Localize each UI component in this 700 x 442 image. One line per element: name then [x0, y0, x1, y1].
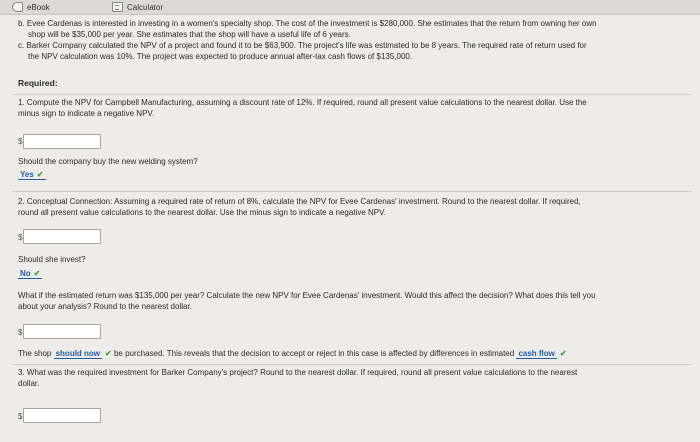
calculator-link[interactable]: Calculator [112, 2, 163, 12]
q2-what-line2: about your analysis? Round to the neares… [18, 302, 192, 311]
q2-answer-dropdown[interactable]: No ✔ [18, 269, 43, 279]
intro-c-line1: c. Barker Company calculated the NPV of … [18, 41, 587, 50]
problem-content: b. Evee Cardenas is interested in invest… [0, 15, 700, 442]
intro-b-line1: b. Evee Cardenas is interested in invest… [18, 19, 597, 28]
divider [12, 191, 692, 192]
q2-conclusion-sentence: The shop should now ✔ be purchased. This … [18, 349, 567, 359]
sentence-mid: be purchased. This reveals that the deci… [113, 349, 515, 358]
q1-line2: minus sign to indicate a negative NPV. [18, 109, 155, 118]
q1-question: Should the company buy the new welding s… [18, 157, 198, 166]
check-icon: ✔ [36, 170, 44, 179]
q3-line2: dollar. [18, 379, 40, 388]
problem-intro: b. Evee Cardenas is interested in invest… [18, 18, 690, 62]
check-icon: ✔ [559, 349, 567, 358]
ebook-label: eBook [27, 2, 50, 12]
sentence-pre: The shop [18, 349, 52, 358]
top-toolbar: eBook Calculator [0, 0, 700, 15]
required-heading: Required: [18, 78, 58, 88]
book-icon [12, 2, 23, 12]
q2-dollar-sign: $ [18, 233, 23, 242]
intro-b-line2: shop will be $35,000 per year. She estim… [28, 30, 351, 39]
q2-what-line1: What if the estimated return was $135,00… [18, 291, 596, 300]
q2-question: Should she invest? [18, 255, 86, 264]
q1-answer-text: Yes [20, 170, 34, 179]
question-2: 2. Conceptual Connection: Assuming a req… [18, 196, 690, 218]
cash-flow-dropdown[interactable]: cash flow [516, 349, 557, 359]
q2-dollar-sign-2: $ [18, 328, 23, 337]
check-icon: ✔ [33, 269, 41, 278]
q3-line1: 3. What was the required investment for … [18, 368, 578, 377]
q2-answer-text: No [20, 269, 31, 278]
q1-answer-dropdown[interactable]: Yes ✔ [18, 170, 46, 180]
q2-line1: 2. Conceptual Connection: Assuming a req… [18, 197, 581, 206]
ebook-link[interactable]: eBook [12, 2, 50, 12]
q2-npv-input[interactable] [23, 229, 101, 244]
calculator-label: Calculator [127, 2, 164, 12]
q2-line2: round all present value calculations to … [18, 208, 386, 217]
intro-c-line2: the NPV calculation was 10%. The project… [28, 52, 413, 61]
question-1: 1. Compute the NPV for Campbell Manufact… [18, 97, 690, 119]
question-3: 3. What was the required investment for … [18, 367, 690, 389]
q1-line1: 1. Compute the NPV for Campbell Manufact… [18, 98, 587, 107]
q3-investment-input[interactable] [23, 408, 101, 423]
q2-new-npv-input[interactable] [23, 324, 101, 339]
q1-npv-input[interactable] [23, 134, 101, 149]
should-now-dropdown[interactable]: should now [53, 349, 103, 359]
q2-what-if: What if the estimated return was $135,00… [18, 290, 690, 312]
divider [12, 364, 692, 365]
check-icon: ✔ [105, 349, 112, 358]
q3-dollar-sign: $ [18, 412, 23, 421]
calculator-icon [112, 2, 123, 12]
divider [12, 94, 692, 95]
q1-dollar-sign: $ [18, 137, 23, 146]
